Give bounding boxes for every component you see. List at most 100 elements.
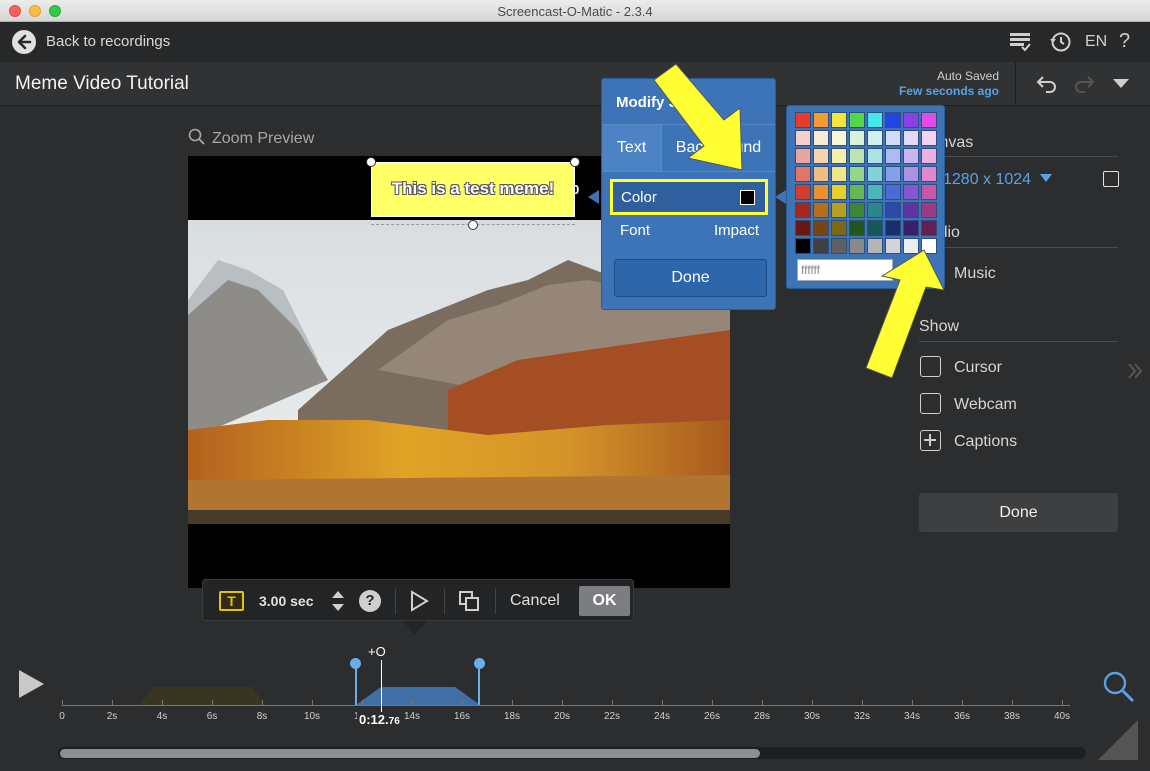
color-swatch[interactable] [795,130,811,146]
color-swatch[interactable] [903,166,919,182]
color-swatch[interactable] [795,148,811,164]
text-overlay-icon[interactable]: T [219,591,244,611]
color-swatch[interactable] [867,220,883,236]
music-label[interactable]: Music [954,265,996,283]
color-swatch[interactable] [885,202,901,218]
resize-handle-top-left[interactable] [366,157,376,167]
color-swatch[interactable] [813,130,829,146]
meme-caption-text[interactable]: This is a test meme! [372,179,574,199]
volume-wedge-icon[interactable] [1098,720,1138,760]
color-swatch[interactable] [921,112,937,128]
color-swatch[interactable] [831,112,847,128]
clip-end-knob[interactable] [474,658,485,669]
color-swatch[interactable] [849,184,865,200]
color-swatch[interactable] [867,202,883,218]
color-swatch[interactable] [903,130,919,146]
color-swatch[interactable] [831,166,847,182]
color-swatch[interactable] [885,166,901,182]
scrollbar-thumb[interactable] [60,749,760,758]
timeline-zoom-icon[interactable] [1102,670,1136,709]
captions-label[interactable]: Captions [954,433,1017,451]
canvas-size-dropdown[interactable]: 1280 x 1024 [943,171,1052,189]
color-swatch[interactable] [813,166,829,182]
checklist-icon[interactable] [1009,30,1031,54]
color-swatch[interactable] [903,148,919,164]
color-swatch[interactable] [867,130,883,146]
color-picker-row[interactable]: Color [610,179,768,215]
timeline-clip[interactable] [140,687,265,705]
color-swatch[interactable] [813,238,829,254]
color-swatch[interactable] [849,238,865,254]
color-swatch[interactable] [795,112,811,128]
color-swatch[interactable] [813,148,829,164]
color-swatch[interactable] [921,148,937,164]
undo-icon[interactable] [1035,72,1059,101]
color-swatch[interactable] [795,166,811,182]
language-selector[interactable]: EN [1085,33,1107,57]
color-swatch[interactable] [903,238,919,254]
color-swatch[interactable] [849,130,865,146]
cursor-label[interactable]: Cursor [954,359,1002,377]
color-swatch[interactable] [903,202,919,218]
color-swatch[interactable] [921,166,937,182]
duration-value[interactable]: 3.00 sec [259,580,314,622]
color-swatch[interactable] [867,184,883,200]
color-swatch[interactable] [813,220,829,236]
color-swatch[interactable] [813,112,829,128]
color-swatch[interactable] [921,238,937,254]
done-button[interactable]: Done [919,493,1118,532]
clip-start-knob[interactable] [350,658,361,669]
color-swatch[interactable] [831,220,847,236]
cursor-checkbox[interactable] [920,356,941,377]
play-button[interactable] [19,670,44,698]
color-swatch[interactable] [831,130,847,146]
clip-start-handle[interactable] [355,667,357,705]
color-swatch[interactable] [831,238,847,254]
color-swatch[interactable] [921,130,937,146]
meme-caption-box[interactable]: This is a test meme! [371,162,575,217]
color-swatch[interactable] [795,184,811,200]
back-arrow-icon[interactable] [12,30,36,54]
playhead-marker[interactable]: +O [368,644,386,659]
color-swatch[interactable] [885,220,901,236]
color-swatch[interactable] [813,202,829,218]
color-swatch[interactable] [885,148,901,164]
color-swatch[interactable] [885,112,901,128]
color-swatch[interactable] [867,166,883,182]
color-swatch[interactable] [885,238,901,254]
color-swatch[interactable] [795,220,811,236]
webcam-label[interactable]: Webcam [954,396,1017,414]
tab-background[interactable]: Background [661,125,775,171]
rotate-handle[interactable] [468,220,478,230]
color-swatch[interactable] [921,202,937,218]
color-swatch[interactable] [903,220,919,236]
hex-color-input[interactable]: ffffff [797,259,893,281]
color-swatch[interactable] [921,184,937,200]
color-swatch[interactable] [813,184,829,200]
color-swatch[interactable] [831,202,847,218]
color-swatch[interactable] [849,220,865,236]
project-title[interactable]: Meme Video Tutorial [15,73,189,95]
color-swatch[interactable] [885,130,901,146]
duplicate-icon[interactable] [458,590,480,617]
playhead[interactable] [381,660,382,714]
color-swatch[interactable] [795,238,811,254]
color-swatch[interactable] [921,220,937,236]
color-swatch[interactable] [831,148,847,164]
color-swatch[interactable] [849,166,865,182]
menu-dropdown-icon[interactable] [1113,79,1129,88]
play-preview-icon[interactable] [408,590,430,617]
history-icon[interactable] [1048,30,1072,54]
color-swatch[interactable] [849,148,865,164]
color-swatch[interactable] [867,148,883,164]
zoom-preview-toggle[interactable]: Zoom Preview [188,128,314,148]
style-done-button[interactable]: Done [614,259,767,297]
color-swatch[interactable] [795,202,811,218]
font-value[interactable]: Impact [714,222,759,239]
color-swatch[interactable] [903,184,919,200]
color-swatch[interactable] [903,112,919,128]
color-swatch[interactable] [867,238,883,254]
back-to-recordings-link[interactable]: Back to recordings [46,33,170,50]
captions-add-icon[interactable] [920,430,941,451]
resize-handle-top-right[interactable] [570,157,580,167]
